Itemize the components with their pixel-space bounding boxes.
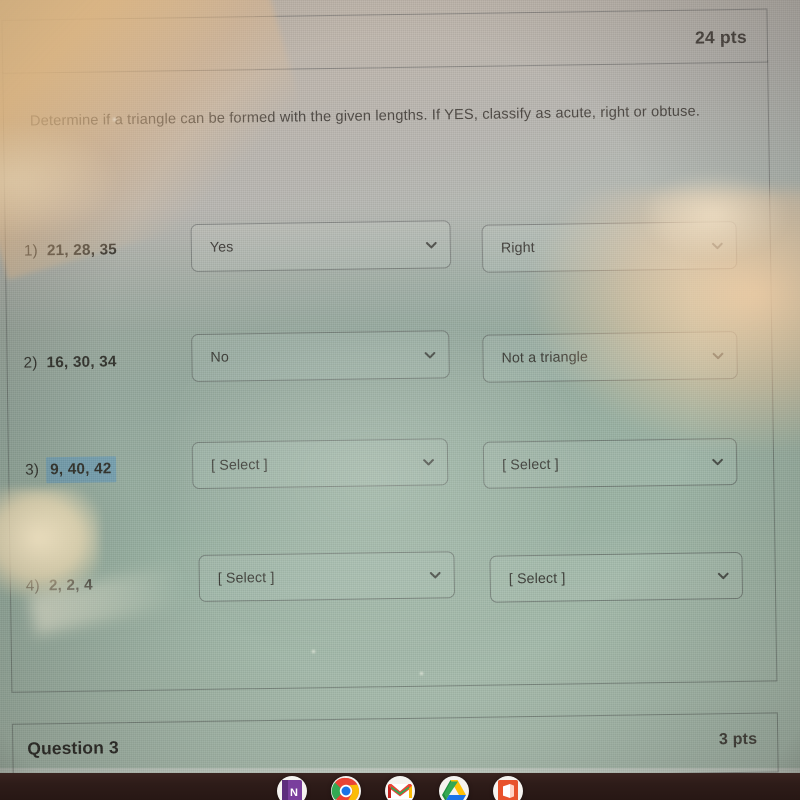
- dust-speck: [420, 672, 423, 675]
- chrome-icon[interactable]: [331, 776, 361, 800]
- gmail-icon[interactable]: [385, 776, 415, 800]
- dust-speck: [113, 118, 116, 121]
- question-points: 24 pts: [694, 26, 747, 48]
- taskbar[interactable]: N: [0, 773, 800, 800]
- svg-text:N: N: [290, 787, 298, 799]
- photographed-screen: 24 pts Determine if a triangle can be fo…: [0, 0, 800, 800]
- google-drive-icon[interactable]: [439, 776, 469, 800]
- office-icon[interactable]: [493, 776, 523, 800]
- onenote-icon[interactable]: N: [277, 776, 307, 800]
- screen-green-tint: [0, 208, 800, 768]
- dust-speck: [312, 650, 315, 653]
- taskbar-icon-tray: N: [277, 776, 523, 800]
